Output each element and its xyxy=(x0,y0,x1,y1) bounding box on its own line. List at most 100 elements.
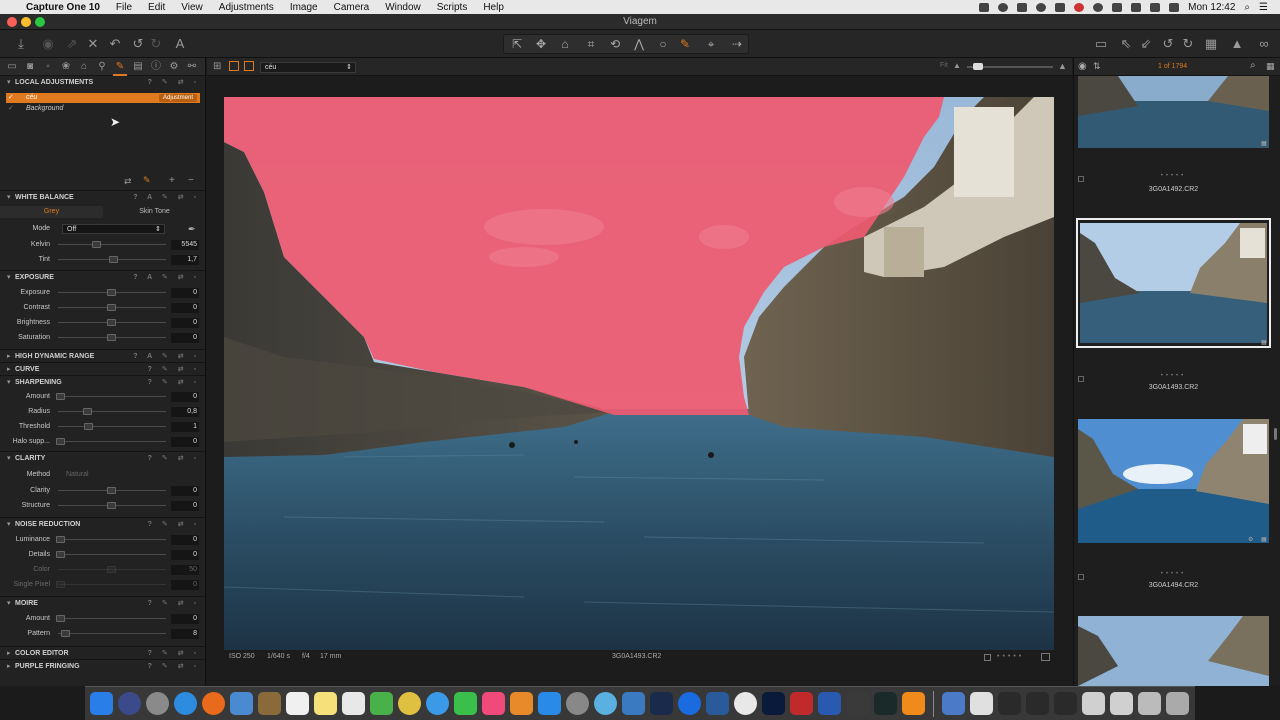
finder-icon[interactable] xyxy=(90,692,113,715)
slider-value[interactable]: 0 xyxy=(171,333,199,343)
search-icon[interactable]: ⌕ xyxy=(1250,60,1256,71)
activity-monitor-icon[interactable] xyxy=(846,692,869,715)
purple-fringing-header[interactable]: ▸ PURPLE FRINGING? ✎ ⇄ ▫ xyxy=(0,660,205,673)
window-thumbnail-5-icon[interactable] xyxy=(1110,692,1133,715)
spotlight-icon[interactable]: ⌕ xyxy=(1244,2,1250,13)
finder-status-icon[interactable] xyxy=(1017,2,1028,12)
browser-view-icon[interactable]: ▦ xyxy=(1266,61,1275,72)
wb-picker-icon[interactable]: ✒ xyxy=(188,222,196,236)
rotate-right-icon[interactable]: ↻ xyxy=(1180,36,1196,52)
slider-value[interactable]: 0 xyxy=(171,501,199,511)
menu-view[interactable]: View xyxy=(173,2,211,13)
layer-enabled-checkbox[interactable]: ✓ xyxy=(8,104,14,114)
select-checkbox[interactable] xyxy=(984,654,991,661)
eye-icon[interactable]: ◉ xyxy=(1078,61,1087,72)
slider-value[interactable]: 0 xyxy=(171,535,199,545)
cloud-icon[interactable] xyxy=(1036,2,1047,12)
slider-value[interactable]: 0 xyxy=(171,437,199,447)
slider-handle[interactable] xyxy=(107,487,116,494)
slider-value[interactable]: 8 xyxy=(171,629,199,639)
layer-background[interactable]: ✓ Background xyxy=(6,104,200,114)
import-icon[interactable]: ⤓ xyxy=(13,36,29,52)
proofing-icon[interactable]: ▭ xyxy=(1093,36,1109,52)
library-tab-icon[interactable]: ▭ xyxy=(5,60,19,74)
wb-mode-select[interactable]: Off ⇕ xyxy=(62,224,165,234)
rotate-left-icon[interactable]: ↺ xyxy=(1160,36,1176,52)
slider-value[interactable]: 0 xyxy=(171,318,199,328)
adjustments-tab-icon[interactable]: ▤ xyxy=(131,60,145,74)
menu-file[interactable]: File xyxy=(108,2,140,13)
slider-track[interactable] xyxy=(58,633,166,634)
slider-handle[interactable] xyxy=(56,551,65,558)
brush-cursor-icon[interactable]: ✎ xyxy=(676,36,694,52)
pan-cursor-icon[interactable]: ✥ xyxy=(532,36,550,52)
picker-cursor-icon[interactable]: ⌖ xyxy=(702,36,720,52)
reset-icon[interactable]: ✕ xyxy=(85,36,101,52)
thumbnail-item[interactable]: ▦ ••••• 3G0A1492.CR2 xyxy=(1076,76,1271,193)
layer-name[interactable]: céu xyxy=(26,93,37,103)
launchpad-icon[interactable] xyxy=(146,692,169,715)
slider-handle[interactable] xyxy=(107,304,116,311)
add-layer-button[interactable]: + xyxy=(169,175,175,186)
slider-value[interactable]: 0 xyxy=(171,550,199,560)
grid-icon[interactable]: ▦ xyxy=(1203,36,1219,52)
copy-apply-cursor-icon[interactable]: ⇢ xyxy=(728,36,746,52)
output-tab-icon[interactable]: ⚙ xyxy=(167,60,181,74)
network-icon[interactable] xyxy=(622,692,645,715)
slider-handle[interactable] xyxy=(107,566,116,573)
slider-handle[interactable] xyxy=(84,423,93,430)
photos-icon[interactable] xyxy=(398,692,421,715)
slider-track[interactable] xyxy=(58,618,166,619)
menu-scripts[interactable]: Scripts xyxy=(429,2,476,13)
view-icon[interactable]: ∞ xyxy=(1253,36,1275,52)
layer-ceu[interactable]: ✓ céu Adjustment xyxy=(6,93,200,103)
menu-camera[interactable]: Camera xyxy=(326,2,378,13)
thumbnail-rating[interactable]: ••••• xyxy=(1076,373,1271,379)
preview-icon[interactable] xyxy=(230,692,253,715)
dropbox-icon[interactable] xyxy=(1055,2,1066,12)
mask-view-icon[interactable] xyxy=(244,61,254,71)
capture-tab-icon[interactable]: ◙ xyxy=(23,60,37,74)
layer-draw-mask-icon[interactable]: ✎ xyxy=(143,175,151,186)
disk-utility-icon[interactable] xyxy=(594,692,617,715)
calendar-icon[interactable] xyxy=(286,692,309,715)
text-tool-icon[interactable]: A xyxy=(172,36,188,52)
info-icon[interactable] xyxy=(734,692,757,715)
notification-center-icon[interactable]: ☰ xyxy=(1259,2,1268,13)
slider-value[interactable]: 0 xyxy=(171,614,199,624)
zoom-slider-handle[interactable] xyxy=(973,63,983,70)
exposure-warning-icon[interactable]: ▲ xyxy=(1229,36,1245,52)
slider-handle[interactable] xyxy=(56,393,65,400)
layer-options-icon[interactable]: ⇄ xyxy=(124,176,132,187)
window-thumbnail-1-icon[interactable] xyxy=(998,692,1021,715)
single-view-icon[interactable] xyxy=(229,61,239,71)
document-stack-icon[interactable] xyxy=(970,692,993,715)
redo-icon[interactable]: ↻ xyxy=(148,36,164,52)
slider-handle[interactable] xyxy=(61,630,70,637)
slider-handle[interactable] xyxy=(56,536,65,543)
thumbnail-image[interactable] xyxy=(1078,616,1269,686)
downloads-stack-icon[interactable] xyxy=(942,692,965,715)
slider-track[interactable] xyxy=(58,584,166,585)
thumbnail-image[interactable] xyxy=(1080,223,1267,343)
menu-help[interactable]: Help xyxy=(475,2,512,13)
facetime-icon[interactable] xyxy=(454,692,477,715)
color-tag-icon[interactable] xyxy=(1041,653,1050,661)
moire-header[interactable]: ▾ MOIRE? ✎ ⇄ ▫ xyxy=(0,597,205,610)
tint-value[interactable]: 1,7 xyxy=(171,255,199,265)
thumbnail-select-checkbox[interactable] xyxy=(1078,574,1084,580)
bluetooth-icon[interactable] xyxy=(1112,2,1123,12)
details-tab-icon[interactable]: ⚲ xyxy=(95,60,109,74)
slider-handle[interactable] xyxy=(107,319,116,326)
slider-handle[interactable] xyxy=(83,408,92,415)
exposure-tab-icon[interactable]: ⌂ xyxy=(77,60,91,74)
messages-icon[interactable] xyxy=(426,692,449,715)
firefox-icon[interactable] xyxy=(202,692,225,715)
slider-value[interactable]: 0 xyxy=(171,580,199,590)
rotate-cursor-icon[interactable]: ⟲ xyxy=(606,36,624,52)
word-icon[interactable] xyxy=(818,692,841,715)
thumbnail-select-checkbox[interactable] xyxy=(1078,176,1084,182)
slider-handle[interactable] xyxy=(107,334,116,341)
lightroom-icon[interactable] xyxy=(874,692,897,715)
system-preferences-icon[interactable] xyxy=(566,692,589,715)
